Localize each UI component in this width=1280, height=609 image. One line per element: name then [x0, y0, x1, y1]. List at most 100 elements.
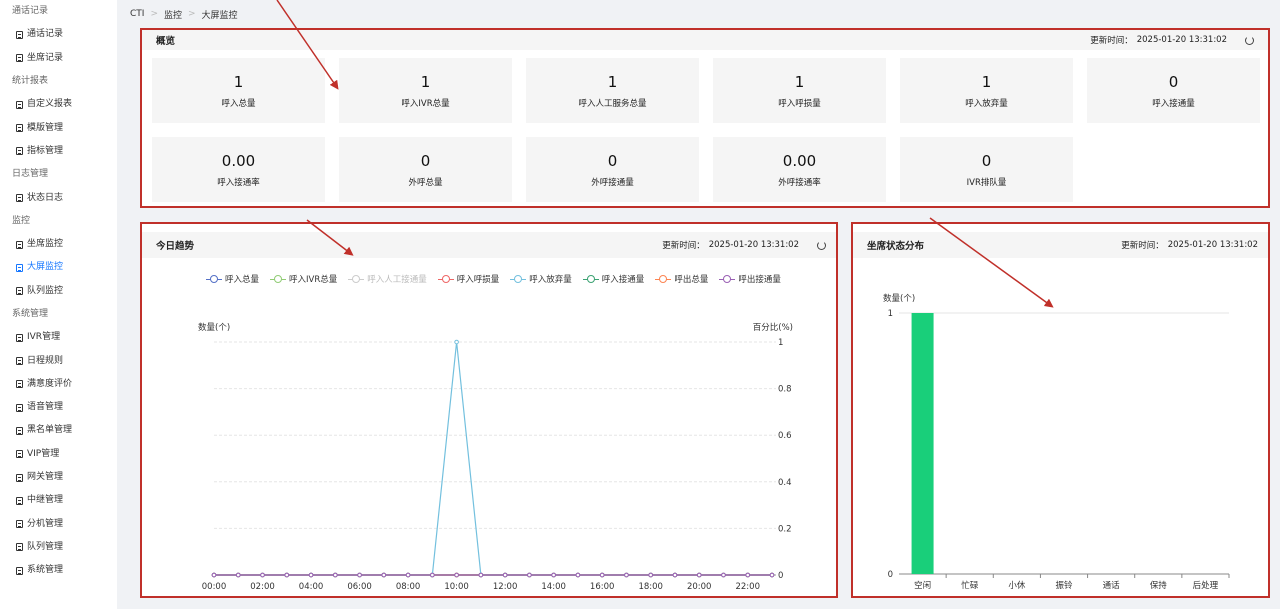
- sidebar-item[interactable]: 黑名单管理: [0, 419, 117, 442]
- sidebar-item[interactable]: 指标管理: [0, 140, 117, 163]
- sidebar-item[interactable]: 网关管理: [0, 466, 117, 489]
- card-label: 呼入呼损量: [778, 98, 821, 109]
- data-point[interactable]: [235, 572, 241, 578]
- data-point[interactable]: [211, 572, 217, 578]
- x-tick-label: 保持: [1150, 580, 1168, 591]
- sidebar-item-label: 状态日志: [27, 192, 64, 203]
- document-icon: [16, 496, 23, 505]
- y2-axis-label: 百分比(%): [753, 322, 793, 333]
- sidebar-item[interactable]: 通话记录: [0, 23, 117, 46]
- sidebar-item[interactable]: 分机管理: [0, 513, 117, 536]
- data-point[interactable]: [308, 572, 314, 578]
- document-icon: [16, 520, 23, 529]
- card-label: IVR排队量: [966, 177, 1007, 188]
- x-tick-label: 12:00: [493, 582, 518, 592]
- sidebar-item[interactable]: VIP管理: [0, 443, 117, 466]
- sidebar-item[interactable]: 模版管理: [0, 116, 117, 139]
- card-label: 呼入IVR总量: [401, 98, 450, 109]
- document-icon: [16, 543, 23, 552]
- sidebar-item[interactable]: 坐席监控: [0, 233, 117, 256]
- data-point[interactable]: [745, 572, 751, 578]
- x-tick-label: 02:00: [250, 582, 274, 592]
- sidebar-group[interactable]: 日志管理: [0, 163, 117, 186]
- data-point[interactable]: [575, 572, 581, 578]
- sidebar-item[interactable]: 状态日志: [0, 186, 117, 209]
- sidebar-item[interactable]: 满意度评价: [0, 373, 117, 396]
- sidebar-item[interactable]: 坐席记录: [0, 47, 117, 70]
- data-point[interactable]: [333, 572, 338, 578]
- data-point[interactable]: [648, 572, 653, 578]
- sidebar-group[interactable]: 监控: [0, 210, 117, 233]
- x-tick-label: 14:00: [541, 582, 566, 592]
- sidebar-item[interactable]: 大屏监控: [0, 256, 117, 279]
- breadcrumb-item[interactable]: 监控: [164, 8, 182, 21]
- sidebar-item[interactable]: 自定义报表: [0, 93, 117, 116]
- data-point[interactable]: [769, 572, 775, 578]
- sidebar: 通话记录 通话记录 坐席记录 统计报表 自定义报表 模版管理 指标管理 日志管理 状态日志 监控坐…: [0, 0, 117, 609]
- sidebar-item-label: 大屏监控: [27, 262, 64, 273]
- sidebar-item[interactable]: 日程规则: [0, 349, 117, 372]
- sidebar-item-label: 网关管理: [27, 472, 64, 483]
- data-point[interactable]: [721, 572, 726, 578]
- data-point[interactable]: [696, 572, 702, 578]
- sidebar-item-label: 日程规则: [27, 355, 64, 366]
- bar[interactable]: [911, 313, 934, 574]
- sidebar-item[interactable]: 中继管理: [0, 489, 117, 512]
- overview-card: 0.00 呼入接通率: [152, 137, 325, 202]
- data-point[interactable]: [357, 572, 362, 578]
- data-point[interactable]: [430, 572, 435, 578]
- document-icon: [16, 240, 23, 249]
- y-tick-label: 1: [888, 309, 893, 319]
- document-icon: [16, 147, 23, 156]
- sidebar-item-label: 坐席监控: [27, 239, 64, 250]
- sidebar-group[interactable]: 统计报表: [0, 70, 117, 93]
- data-point[interactable]: [454, 339, 459, 345]
- x-tick-label: 04:00: [299, 582, 324, 592]
- data-point[interactable]: [284, 572, 290, 578]
- card-label: 外呼接通率: [778, 177, 821, 188]
- sidebar-group[interactable]: 通话记录: [0, 0, 117, 23]
- document-icon: [16, 54, 23, 63]
- document-icon: [16, 450, 23, 459]
- sidebar-item[interactable]: 语音管理: [0, 396, 117, 419]
- series-line: [214, 341, 772, 576]
- sidebar-item[interactable]: 系统管理: [0, 559, 117, 582]
- sidebar-item-label: 模版管理: [27, 122, 64, 133]
- sidebar-item[interactable]: 队列监控: [0, 280, 117, 303]
- card-label: 外呼总量: [408, 177, 443, 188]
- y2-tick-label: 1: [778, 338, 783, 348]
- document-icon: [16, 287, 23, 296]
- data-point[interactable]: [260, 572, 265, 578]
- card-value: 1: [794, 72, 805, 91]
- y-axis-label: 数量(个): [883, 293, 915, 304]
- refresh-icon[interactable]: [1245, 35, 1254, 45]
- x-tick-label: 16:00: [590, 582, 615, 592]
- card-value: 0: [1168, 72, 1179, 91]
- data-point[interactable]: [478, 572, 484, 578]
- data-point[interactable]: [551, 572, 556, 578]
- data-point[interactable]: [527, 572, 532, 578]
- sidebar-group[interactable]: 系统管理: [0, 303, 117, 326]
- data-point[interactable]: [454, 572, 459, 578]
- sidebar-item-label: 指标管理: [27, 145, 64, 156]
- y2-tick-label: 0.6: [778, 431, 792, 441]
- card-label: 呼入接通量: [1152, 98, 1195, 109]
- data-point[interactable]: [624, 572, 629, 578]
- breadcrumb-item[interactable]: CTI: [130, 9, 144, 19]
- sidebar-item[interactable]: IVR管理: [0, 326, 117, 349]
- y2-tick-label: 0.2: [778, 524, 792, 534]
- data-point[interactable]: [502, 572, 508, 578]
- data-point[interactable]: [672, 572, 678, 578]
- data-point[interactable]: [381, 572, 387, 578]
- x-tick-label: 18:00: [638, 582, 663, 592]
- data-point[interactable]: [599, 572, 605, 578]
- document-icon: [16, 473, 23, 482]
- sidebar-item-label: 自定义报表: [27, 99, 73, 110]
- overview-card: 0 呼入接通量: [1087, 58, 1260, 123]
- sidebar-item-label: 中继管理: [27, 495, 64, 506]
- data-point[interactable]: [405, 572, 411, 578]
- sidebar-item[interactable]: 队列管理: [0, 536, 117, 559]
- card-value: 1: [420, 72, 431, 91]
- card-value: 1: [981, 72, 992, 91]
- document-icon: [16, 263, 23, 272]
